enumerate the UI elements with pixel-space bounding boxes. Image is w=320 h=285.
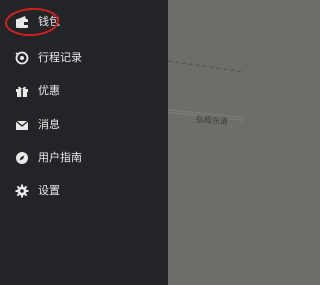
menu-item-offers[interactable]: 优惠 (0, 78, 168, 104)
menu-item-settings[interactable]: 设置 (0, 178, 168, 204)
compass-icon (16, 152, 28, 164)
trip-history-icon (15, 51, 29, 65)
menu-item-trip-history[interactable]: 行程记录 (0, 45, 168, 71)
menu-item-user-guide[interactable]: 用户指南 (0, 145, 168, 171)
gift-icon (16, 86, 28, 97)
envelope-icon (15, 120, 29, 130)
menu-item-label: 行程记录 (38, 51, 82, 64)
map-view[interactable]: 弘程东道 (168, 0, 244, 285)
menu-item-messages[interactable]: 消息 (0, 112, 168, 138)
wallet-icon (16, 16, 28, 28)
side-drawer-menu: 钱包 行程记录 优惠 消息 用户指南 设置 (0, 0, 168, 285)
road-label: 弘程东道 (195, 114, 229, 127)
menu-item-wallet[interactable]: 钱包 (0, 9, 168, 35)
menu-item-label: 钱包 (38, 15, 60, 28)
menu-item-label: 用户指南 (38, 151, 82, 164)
map-roads (168, 60, 244, 121)
menu-item-label: 优惠 (38, 84, 60, 97)
menu-item-label: 消息 (38, 118, 60, 131)
gear-icon (15, 184, 29, 198)
menu-item-label: 设置 (38, 184, 60, 197)
